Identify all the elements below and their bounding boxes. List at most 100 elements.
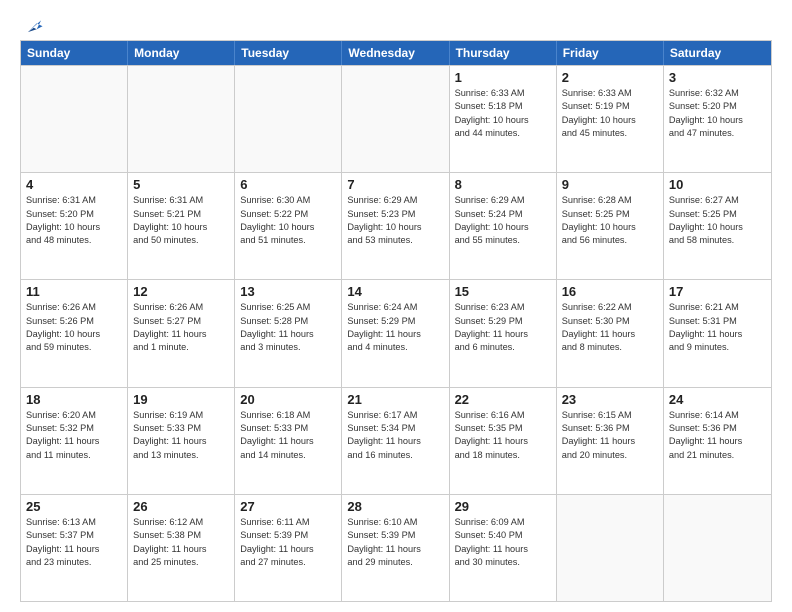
day-info: Sunrise: 6:12 AM Sunset: 5:38 PM Dayligh… [133, 516, 229, 569]
day-number: 16 [562, 284, 658, 299]
day-cell-18: 18 Sunrise: 6:20 AM Sunset: 5:32 PM Dayli… [21, 388, 128, 494]
calendar-header: SundayMondayTuesdayWednesdayThursdayFrid… [21, 41, 771, 65]
page: SundayMondayTuesdayWednesdayThursdayFrid… [0, 0, 792, 612]
day-info: Sunrise: 6:10 AM Sunset: 5:39 PM Dayligh… [347, 516, 443, 569]
day-cell-14: 14 Sunrise: 6:24 AM Sunset: 5:29 PM Dayli… [342, 280, 449, 386]
day-info: Sunrise: 6:21 AM Sunset: 5:31 PM Dayligh… [669, 301, 766, 354]
day-info: Sunrise: 6:17 AM Sunset: 5:34 PM Dayligh… [347, 409, 443, 462]
day-cell-20: 20 Sunrise: 6:18 AM Sunset: 5:33 PM Dayli… [235, 388, 342, 494]
day-info: Sunrise: 6:15 AM Sunset: 5:36 PM Dayligh… [562, 409, 658, 462]
day-info: Sunrise: 6:14 AM Sunset: 5:36 PM Dayligh… [669, 409, 766, 462]
day-number: 11 [26, 284, 122, 299]
header-day-wednesday: Wednesday [342, 41, 449, 65]
day-cell-26: 26 Sunrise: 6:12 AM Sunset: 5:38 PM Dayli… [128, 495, 235, 601]
day-number: 2 [562, 70, 658, 85]
empty-cell-4-5 [557, 495, 664, 601]
day-cell-11: 11 Sunrise: 6:26 AM Sunset: 5:26 PM Dayli… [21, 280, 128, 386]
day-info: Sunrise: 6:24 AM Sunset: 5:29 PM Dayligh… [347, 301, 443, 354]
day-number: 23 [562, 392, 658, 407]
day-info: Sunrise: 6:23 AM Sunset: 5:29 PM Dayligh… [455, 301, 551, 354]
day-number: 19 [133, 392, 229, 407]
calendar-row-0: 1 Sunrise: 6:33 AM Sunset: 5:18 PM Daylig… [21, 65, 771, 172]
day-number: 26 [133, 499, 229, 514]
day-number: 29 [455, 499, 551, 514]
day-info: Sunrise: 6:11 AM Sunset: 5:39 PM Dayligh… [240, 516, 336, 569]
day-cell-9: 9 Sunrise: 6:28 AM Sunset: 5:25 PM Daylig… [557, 173, 664, 279]
day-number: 7 [347, 177, 443, 192]
day-number: 20 [240, 392, 336, 407]
day-info: Sunrise: 6:22 AM Sunset: 5:30 PM Dayligh… [562, 301, 658, 354]
day-number: 18 [26, 392, 122, 407]
day-cell-27: 27 Sunrise: 6:11 AM Sunset: 5:39 PM Dayli… [235, 495, 342, 601]
day-cell-2: 2 Sunrise: 6:33 AM Sunset: 5:19 PM Daylig… [557, 66, 664, 172]
empty-cell-0-2 [235, 66, 342, 172]
day-cell-15: 15 Sunrise: 6:23 AM Sunset: 5:29 PM Dayli… [450, 280, 557, 386]
calendar: SundayMondayTuesdayWednesdayThursdayFrid… [20, 40, 772, 602]
logo [20, 16, 44, 34]
day-info: Sunrise: 6:32 AM Sunset: 5:20 PM Dayligh… [669, 87, 766, 140]
day-cell-8: 8Sunrise: 6:29 AM Sunset: 5:24 PM Daylig… [450, 173, 557, 279]
day-info: Sunrise: 6:33 AM Sunset: 5:18 PM Dayligh… [455, 87, 551, 140]
day-info: Sunrise: 6:29 AM Sunset: 5:23 PM Dayligh… [347, 194, 443, 247]
day-cell-25: 25 Sunrise: 6:13 AM Sunset: 5:37 PM Dayli… [21, 495, 128, 601]
day-info: Sunrise: 6:31 AM Sunset: 5:21 PM Dayligh… [133, 194, 229, 247]
header-day-tuesday: Tuesday [235, 41, 342, 65]
empty-cell-0-1 [128, 66, 235, 172]
day-cell-28: 28Sunrise: 6:10 AM Sunset: 5:39 PM Dayli… [342, 495, 449, 601]
header-day-sunday: Sunday [21, 41, 128, 65]
header-day-thursday: Thursday [450, 41, 557, 65]
day-cell-7: 7 Sunrise: 6:29 AM Sunset: 5:23 PM Daylig… [342, 173, 449, 279]
day-info: Sunrise: 6:26 AM Sunset: 5:26 PM Dayligh… [26, 301, 122, 354]
day-cell-5: 5Sunrise: 6:31 AM Sunset: 5:21 PM Daylig… [128, 173, 235, 279]
day-info: Sunrise: 6:18 AM Sunset: 5:33 PM Dayligh… [240, 409, 336, 462]
day-cell-1: 1 Sunrise: 6:33 AM Sunset: 5:18 PM Daylig… [450, 66, 557, 172]
day-cell-29: 29 Sunrise: 6:09 AM Sunset: 5:40 PM Dayli… [450, 495, 557, 601]
logo-bird-icon [22, 16, 44, 38]
day-info: Sunrise: 6:25 AM Sunset: 5:28 PM Dayligh… [240, 301, 336, 354]
day-info: Sunrise: 6:27 AM Sunset: 5:25 PM Dayligh… [669, 194, 766, 247]
day-number: 10 [669, 177, 766, 192]
calendar-row-4: 25 Sunrise: 6:13 AM Sunset: 5:37 PM Dayli… [21, 494, 771, 601]
day-number: 15 [455, 284, 551, 299]
header-day-monday: Monday [128, 41, 235, 65]
empty-cell-0-0 [21, 66, 128, 172]
header-day-friday: Friday [557, 41, 664, 65]
day-number: 1 [455, 70, 551, 85]
day-number: 14 [347, 284, 443, 299]
calendar-row-3: 18 Sunrise: 6:20 AM Sunset: 5:32 PM Dayli… [21, 387, 771, 494]
day-number: 17 [669, 284, 766, 299]
day-info: Sunrise: 6:28 AM Sunset: 5:25 PM Dayligh… [562, 194, 658, 247]
day-cell-4: 4 Sunrise: 6:31 AM Sunset: 5:20 PM Daylig… [21, 173, 128, 279]
day-info: Sunrise: 6:33 AM Sunset: 5:19 PM Dayligh… [562, 87, 658, 140]
day-number: 24 [669, 392, 766, 407]
day-info: Sunrise: 6:13 AM Sunset: 5:37 PM Dayligh… [26, 516, 122, 569]
day-info: Sunrise: 6:30 AM Sunset: 5:22 PM Dayligh… [240, 194, 336, 247]
day-number: 13 [240, 284, 336, 299]
empty-cell-4-6 [664, 495, 771, 601]
day-cell-21: 21 Sunrise: 6:17 AM Sunset: 5:34 PM Dayli… [342, 388, 449, 494]
day-cell-13: 13 Sunrise: 6:25 AM Sunset: 5:28 PM Dayli… [235, 280, 342, 386]
day-info: Sunrise: 6:16 AM Sunset: 5:35 PM Dayligh… [455, 409, 551, 462]
day-cell-23: 23 Sunrise: 6:15 AM Sunset: 5:36 PM Dayli… [557, 388, 664, 494]
calendar-row-1: 4 Sunrise: 6:31 AM Sunset: 5:20 PM Daylig… [21, 172, 771, 279]
header [20, 16, 772, 34]
header-day-saturday: Saturday [664, 41, 771, 65]
day-number: 4 [26, 177, 122, 192]
day-cell-24: 24 Sunrise: 6:14 AM Sunset: 5:36 PM Dayli… [664, 388, 771, 494]
day-cell-19: 19 Sunrise: 6:19 AM Sunset: 5:33 PM Dayli… [128, 388, 235, 494]
day-number: 21 [347, 392, 443, 407]
day-info: Sunrise: 6:20 AM Sunset: 5:32 PM Dayligh… [26, 409, 122, 462]
calendar-body: 1 Sunrise: 6:33 AM Sunset: 5:18 PM Daylig… [21, 65, 771, 601]
day-number: 9 [562, 177, 658, 192]
calendar-row-2: 11 Sunrise: 6:26 AM Sunset: 5:26 PM Dayli… [21, 279, 771, 386]
day-number: 22 [455, 392, 551, 407]
day-number: 27 [240, 499, 336, 514]
empty-cell-0-3 [342, 66, 449, 172]
day-info: Sunrise: 6:19 AM Sunset: 5:33 PM Dayligh… [133, 409, 229, 462]
day-cell-17: 17 Sunrise: 6:21 AM Sunset: 5:31 PM Dayli… [664, 280, 771, 386]
day-cell-3: 3Sunrise: 6:32 AM Sunset: 5:20 PM Daylig… [664, 66, 771, 172]
day-info: Sunrise: 6:31 AM Sunset: 5:20 PM Dayligh… [26, 194, 122, 247]
day-cell-22: 22 Sunrise: 6:16 AM Sunset: 5:35 PM Dayli… [450, 388, 557, 494]
day-number: 25 [26, 499, 122, 514]
day-info: Sunrise: 6:09 AM Sunset: 5:40 PM Dayligh… [455, 516, 551, 569]
